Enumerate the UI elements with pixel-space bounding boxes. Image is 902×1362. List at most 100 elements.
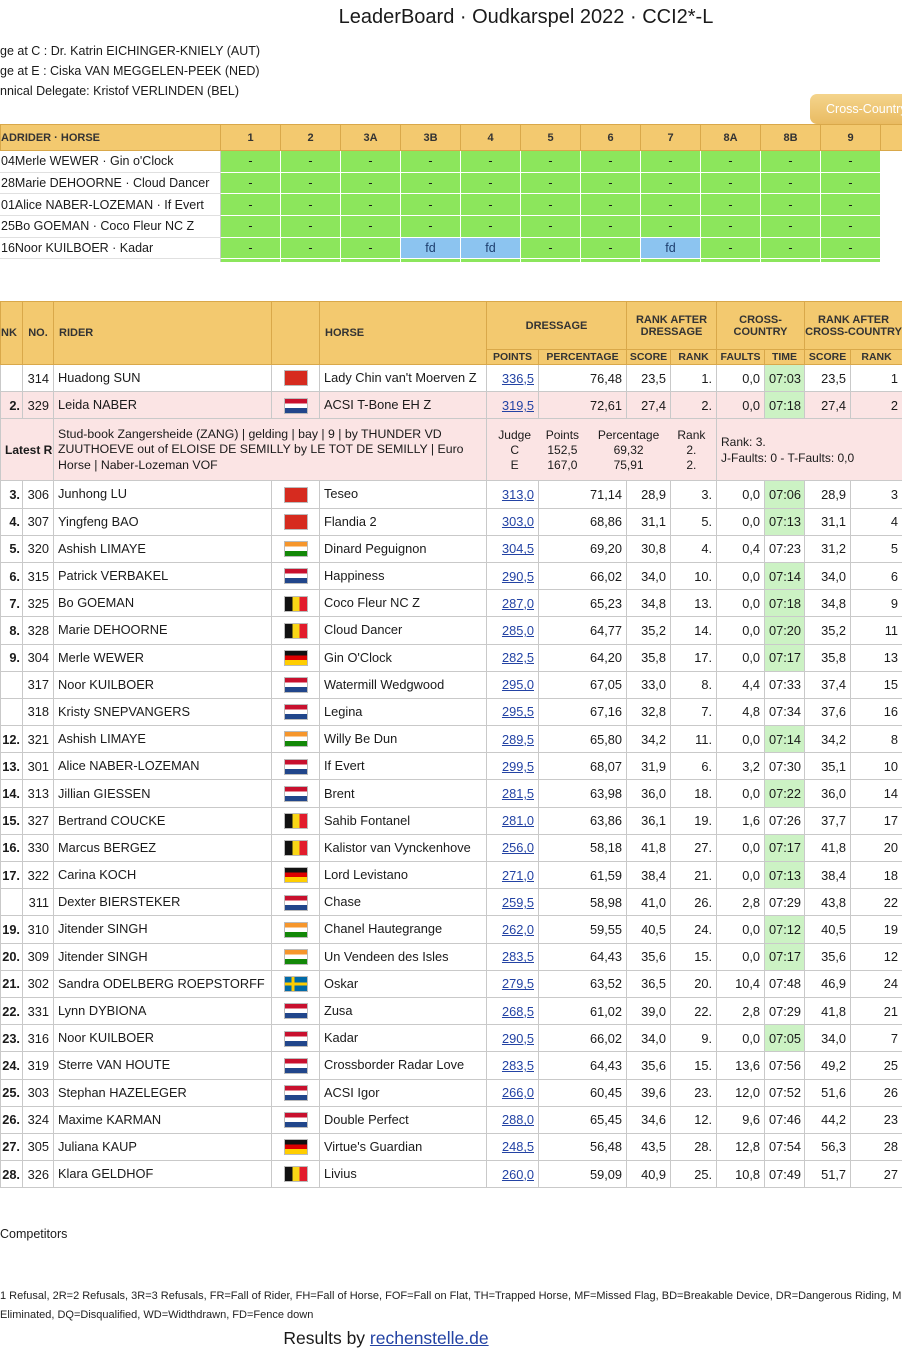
points-link[interactable]: 268,5 (502, 1004, 534, 1019)
rider-cell[interactable]: Sterre VAN HOUTE (53, 1051, 272, 1080)
table-row[interactable]: 13. 301 Alice NABER-LOZEMAN If Evert 299,5 68… (0, 752, 902, 781)
horse-cell[interactable]: Virtue's Guardian (319, 1132, 487, 1162)
table-row[interactable]: 22. 331 Lynn DYBIONA Zusa 268,5 61,02 39,0 22. 2… (0, 996, 902, 1026)
points-link[interactable]: 319,5 (502, 398, 534, 413)
table-row[interactable]: 6. 315 Patrick VERBAKEL Happiness 290,5 66,02… (0, 561, 902, 591)
points-cell[interactable]: 256,0 (486, 833, 539, 863)
points-cell[interactable]: 295,0 (486, 670, 539, 699)
points-cell[interactable]: 336,5 (486, 363, 539, 393)
points-link[interactable]: 287,0 (502, 596, 534, 611)
rider-cell[interactable]: Yingfeng BAO (53, 507, 272, 536)
horse-cell[interactable]: Willy Be Dun (319, 725, 487, 754)
rider-cell[interactable]: Stephan HAZELEGER (53, 1078, 272, 1107)
competitors-link[interactable]: Competitors (0, 1227, 67, 1241)
horse-cell[interactable]: ACSI T-Bone EH Z (319, 391, 487, 420)
table-row[interactable]: 27. 305 Juliana KAUP Virtue's Guardian 248,5… (0, 1132, 902, 1162)
table-row[interactable]: 15. 327 Bertrand COUCKE Sahib Fontanel 281,0… (0, 806, 902, 835)
points-link[interactable]: 279,5 (502, 976, 534, 991)
table-row[interactable]: 20. 309 Jitender SINGH Un Vendeen des Isles… (0, 942, 902, 971)
points-cell[interactable]: 283,5 (486, 942, 539, 971)
horse-cell[interactable]: Kalistor van Vynckenhove (319, 833, 487, 863)
points-link[interactable]: 259,5 (502, 895, 534, 910)
horse-cell[interactable]: Un Vendeen des Isles (319, 942, 487, 971)
horse-cell[interactable]: Double Perfect (319, 1105, 487, 1134)
points-cell[interactable]: 283,5 (486, 1051, 539, 1080)
points-cell[interactable]: 289,5 (486, 725, 539, 754)
table-row[interactable]: 9. 304 Merle WEWER Gin O'Clock 282,5 64,20 35,… (0, 643, 902, 672)
points-cell[interactable]: 287,0 (486, 589, 539, 618)
rider-cell[interactable]: Merle WEWER (53, 643, 272, 672)
rider-cell[interactable]: Jitender SINGH (53, 915, 272, 944)
table-row[interactable]: 314 Huadong SUN Lady Chin van't Moerven Z 3… (0, 363, 902, 393)
points-link[interactable]: 295,5 (502, 704, 534, 719)
horse-cell[interactable]: Lady Chin van't Moerven Z (319, 363, 487, 393)
points-link[interactable]: 281,0 (502, 813, 534, 828)
points-cell[interactable]: 290,5 (486, 1024, 539, 1053)
horse-cell[interactable]: Kadar (319, 1024, 487, 1053)
rider-cell[interactable]: Huadong SUN (53, 363, 272, 393)
table-row[interactable]: 7. 325 Bo GOEMAN Coco Fleur NC Z 287,0 65,23 3… (0, 589, 902, 618)
points-link[interactable]: 282,5 (502, 650, 534, 665)
rider-cell[interactable]: Noor KUILBOER (53, 1024, 272, 1053)
rider-cell[interactable]: Junhong LU (53, 480, 272, 509)
horse-cell[interactable]: Coco Fleur NC Z (319, 589, 487, 618)
points-cell[interactable]: 262,0 (486, 915, 539, 944)
horse-cell[interactable]: Lord Levistano (319, 860, 487, 890)
points-cell[interactable]: 288,0 (486, 1105, 539, 1134)
points-link[interactable]: 266,0 (502, 1085, 534, 1100)
horse-cell[interactable]: Sahib Fontanel (319, 806, 487, 835)
rider-cell[interactable]: Klara GELDHOF (53, 1160, 272, 1189)
rider-cell[interactable]: Juliana KAUP (53, 1132, 272, 1162)
rechenstelle-link[interactable]: rechenstelle.de (370, 1328, 489, 1348)
points-link[interactable]: 304,5 (502, 541, 534, 556)
horse-cell[interactable]: Flandia 2 (319, 507, 487, 536)
points-link[interactable]: 290,5 (502, 569, 534, 584)
cross-country-tab[interactable]: Cross-Country (810, 94, 902, 124)
horse-cell[interactable]: Chanel Hautegrange (319, 915, 487, 944)
rider-cell[interactable]: Noor KUILBOER (53, 670, 272, 699)
points-cell[interactable]: 285,0 (486, 616, 539, 645)
rider-cell[interactable]: Jillian GIESSEN (53, 779, 272, 808)
rider-cell[interactable]: Lynn DYBIONA (53, 996, 272, 1026)
horse-cell[interactable]: Happiness (319, 561, 487, 591)
horse-cell[interactable]: Zusa (319, 996, 487, 1026)
rider-cell[interactable]: Jitender SINGH (53, 942, 272, 971)
points-cell[interactable]: 281,5 (486, 779, 539, 808)
points-cell[interactable]: 295,5 (486, 697, 539, 727)
table-row[interactable]: 21. 302 Sandra ODELBERG ROEPSTORFF Oskar 279… (0, 969, 902, 998)
points-link[interactable]: 260,0 (502, 1167, 534, 1182)
rider-cell[interactable]: Maxime KARMAN (53, 1105, 272, 1134)
horse-cell[interactable]: ACSI Igor (319, 1078, 487, 1107)
points-cell[interactable]: 259,5 (486, 888, 539, 917)
points-cell[interactable]: 271,0 (486, 860, 539, 890)
points-cell[interactable]: 281,0 (486, 806, 539, 835)
table-row[interactable]: 3. 306 Junhong LU Teseo 313,0 71,14 28,9 3. 0,0 0… (0, 480, 902, 509)
points-cell[interactable]: 303,0 (486, 507, 539, 536)
table-row[interactable]: 8. 328 Marie DEHOORNE Cloud Dancer 285,0 64,7… (0, 616, 902, 645)
points-cell[interactable]: 313,0 (486, 480, 539, 509)
table-row[interactable]: 19. 310 Jitender SINGH Chanel Hautegrange 26… (0, 915, 902, 944)
fence-table-container[interactable]: ADRIDER · HORSE 1 2 3A 3B 4 5 6 7 8A 8B … (0, 124, 902, 262)
rider-cell[interactable]: Leida NABER (53, 391, 272, 420)
table-row[interactable]: 318 Kristy SNEPVANGERS Legina 295,5 67,16 32,… (0, 697, 902, 727)
rider-cell[interactable]: Marie DEHOORNE (53, 616, 272, 645)
rider-cell[interactable]: Ashish LIMAYE (53, 725, 272, 754)
table-row[interactable]: 5. 320 Ashish LIMAYE Dinard Peguignon 304,5 6… (0, 534, 902, 563)
horse-cell[interactable]: Chase (319, 888, 487, 917)
fence-row[interactable]: 25Bo GOEMAN · Coco Fleur NC Z----------- (0, 215, 902, 238)
points-link[interactable]: 299,5 (502, 759, 534, 774)
horse-cell[interactable]: Oskar (319, 969, 487, 998)
table-row[interactable]: 2. 329 Leida NABER ACSI T-Bone EH Z 319,5 72,… (0, 391, 902, 420)
points-link[interactable]: 262,0 (502, 922, 534, 937)
rider-cell[interactable]: Carina KOCH (53, 860, 272, 890)
points-cell[interactable]: 304,5 (486, 534, 539, 563)
points-link[interactable]: 295,0 (502, 677, 534, 692)
fence-row[interactable]: 01Alice NABER-LOZEMAN · If Evert - - - - - - - -… (0, 193, 902, 217)
table-row[interactable]: 26. 324 Maxime KARMAN Double Perfect 288,0 65… (0, 1105, 902, 1134)
horse-cell[interactable]: Dinard Peguignon (319, 534, 487, 563)
table-row[interactable]: 25. 303 Stephan HAZELEGER ACSI Igor 266,0 60,… (0, 1078, 902, 1107)
rider-cell[interactable]: Bertrand COUCKE (53, 806, 272, 835)
points-link[interactable]: 313,0 (502, 487, 534, 502)
horse-cell[interactable]: Teseo (319, 480, 487, 509)
fence-row[interactable]: 28Marie DEHOORNE · Cloud Dancer - - - - - - - - -… (0, 171, 902, 195)
